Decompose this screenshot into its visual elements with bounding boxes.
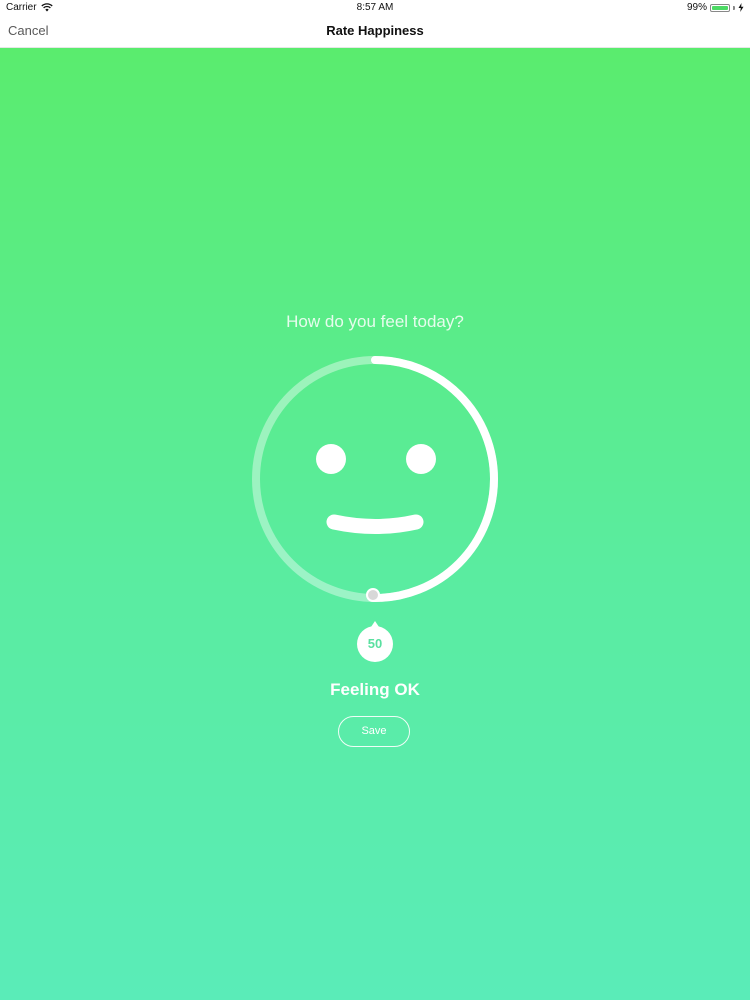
rating-content: How do you feel today? 50 Feeling OK Sav… [0,48,750,1000]
happiness-dial[interactable] [250,354,500,604]
nav-bar: Cancel Rate Happiness [0,16,750,48]
dial-handle[interactable] [366,588,380,602]
save-button[interactable]: Save [338,716,410,747]
mouth [326,514,424,534]
value-bubble: 50 [357,621,393,662]
feeling-label: Feeling OK [330,680,420,699]
page-title: Rate Happiness [326,23,424,38]
battery-percent: 99% [686,2,707,13]
status-time: 8:57 AM [356,2,394,13]
right-eye [406,444,436,474]
battery-cap [733,5,735,10]
status-bar: Carrier 8:57 AM 99% [0,0,750,16]
charging-icon [738,3,744,12]
left-eye [316,444,346,474]
app-screen: Carrier 8:57 AM 99% Cancel Rate Happines… [0,0,750,1000]
status-right: 99% [687,2,744,13]
dial-progress-arc [371,356,498,602]
battery-icon [710,3,730,12]
question-label: How do you feel today? [286,312,464,331]
battery-fill [712,5,728,10]
